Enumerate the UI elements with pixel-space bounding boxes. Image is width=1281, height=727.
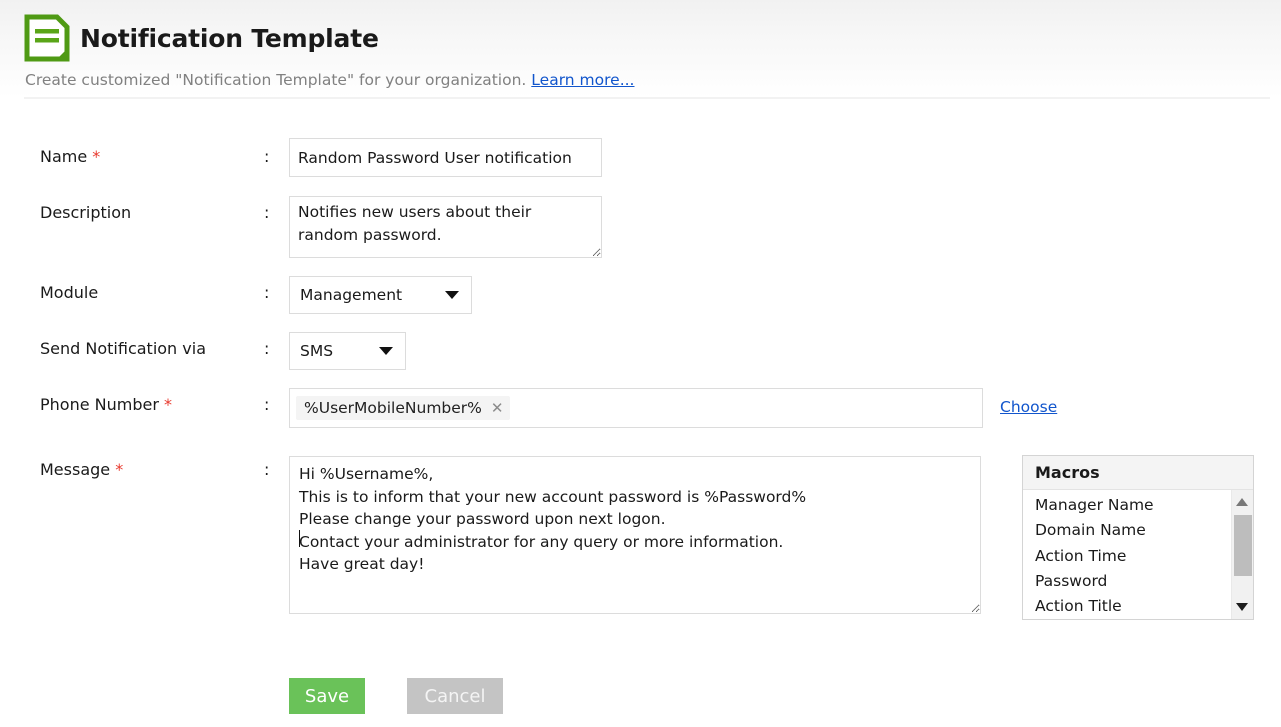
phone-token[interactable]: %UserMobileNumber% ✕ — [296, 396, 511, 420]
message-textarea[interactable]: Hi %Username%, This is to inform that yo… — [289, 456, 981, 614]
label-description: Description — [40, 203, 132, 222]
title-row: Notification Template — [24, 14, 634, 62]
phone-token-field-wrap: %UserMobileNumber% ✕ — [289, 388, 983, 428]
list-item[interactable]: Manager Name — [1035, 493, 1229, 518]
phone-token-label: %UserMobileNumber% — [304, 399, 482, 417]
document-note-icon — [24, 14, 70, 62]
list-item[interactable]: Domain Name — [1035, 518, 1229, 543]
list-item[interactable]: Password — [1035, 569, 1229, 594]
choose-link[interactable]: Choose — [1000, 398, 1057, 416]
learn-more-link[interactable]: Learn more... — [531, 71, 634, 89]
chevron-down-icon — [445, 291, 459, 299]
send-via-select-wrap: SMS — [289, 332, 406, 370]
list-item[interactable]: Action Time — [1035, 544, 1229, 569]
module-select[interactable]: Management — [289, 276, 472, 314]
scrollbar-thumb[interactable] — [1234, 515, 1252, 576]
page-header: Notification Template Create customized … — [0, 0, 1281, 99]
page-subtitle: Create customized "Notification Template… — [25, 71, 634, 89]
macros-panel-body: Manager Name Domain Name Action Time Pas… — [1023, 490, 1253, 619]
label-name: Name * — [40, 147, 100, 166]
scroll-up-arrow-icon[interactable] — [1236, 498, 1248, 506]
label-message-text: Message — [40, 460, 111, 479]
scroll-down-arrow-icon[interactable] — [1236, 603, 1248, 611]
chevron-down-icon — [379, 347, 393, 355]
macros-panel-title: Macros — [1023, 456, 1253, 490]
header-inner: Notification Template Create customized … — [24, 14, 634, 89]
colon-module: : — [264, 283, 270, 302]
label-module: Module — [40, 283, 99, 302]
colon-name: : — [264, 147, 270, 166]
message-textarea-wrap: Hi %Username%, This is to inform that yo… — [289, 456, 981, 618]
macros-scrollbar[interactable] — [1231, 490, 1253, 619]
label-phone: Phone Number * — [40, 395, 172, 414]
save-button[interactable]: Save — [289, 678, 365, 714]
macros-list: Manager Name Domain Name Action Time Pas… — [1023, 493, 1229, 619]
name-input[interactable] — [289, 138, 602, 177]
text-cursor — [299, 530, 300, 547]
header-divider — [24, 97, 1270, 99]
label-phone-text: Phone Number — [40, 395, 159, 414]
module-select-value: Management — [300, 286, 403, 304]
description-textarea-wrap: Notifies new users about their random pa… — [289, 196, 602, 262]
page-title: Notification Template — [80, 23, 379, 53]
list-item[interactable]: Action Title — [1035, 594, 1229, 619]
description-textarea[interactable]: Notifies new users about their random pa… — [289, 196, 602, 258]
phone-token-field[interactable]: %UserMobileNumber% ✕ — [289, 388, 983, 428]
colon-phone: : — [264, 395, 270, 414]
cancel-button[interactable]: Cancel — [407, 678, 503, 714]
colon-send-via: : — [264, 339, 270, 358]
label-send-via: Send Notification via — [40, 339, 206, 358]
required-marker-name: * — [92, 147, 101, 166]
close-icon[interactable]: ✕ — [491, 400, 504, 416]
required-marker-message: * — [115, 460, 124, 479]
macros-panel: Macros Manager Name Domain Name Action T… — [1022, 455, 1254, 620]
colon-description: : — [264, 203, 270, 222]
send-via-select[interactable]: SMS — [289, 332, 406, 370]
name-input-wrap — [289, 138, 602, 177]
send-via-select-value: SMS — [300, 342, 334, 360]
page-subtitle-text: Create customized "Notification Template… — [25, 71, 527, 89]
label-name-text: Name — [40, 147, 88, 166]
module-select-wrap: Management — [289, 276, 472, 314]
label-message: Message * — [40, 460, 123, 479]
required-marker-phone: * — [164, 395, 173, 414]
colon-message: : — [264, 460, 270, 479]
